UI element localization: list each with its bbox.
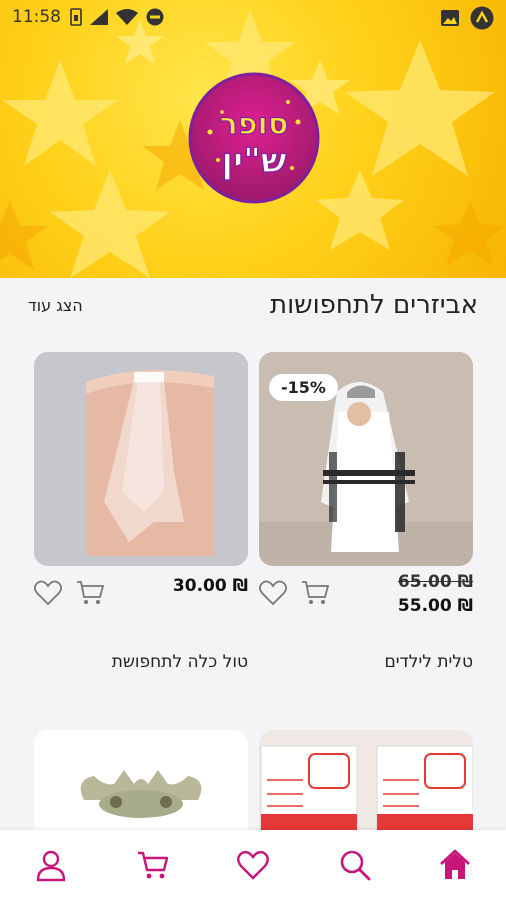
- cart-icon[interactable]: [136, 848, 170, 882]
- product-card[interactable]: -15% ₪ 65.00 ₪ 55.00 טלית לילדים: [259, 352, 473, 672]
- product-name[interactable]: טול כלה לתחפושת: [112, 652, 248, 672]
- status-icons-right: [440, 6, 494, 30]
- section-title: אביזרים לתחפושות: [270, 290, 478, 320]
- crown-costume-photo-icon: [34, 730, 248, 830]
- product-image[interactable]: [34, 730, 248, 830]
- discount-badge: -15%: [269, 374, 338, 401]
- wifi-icon: [116, 9, 138, 25]
- product-image[interactable]: -15%: [259, 352, 473, 566]
- heart-icon[interactable]: [236, 848, 270, 882]
- price-row: ₪ 65.00 ₪ 55.00: [259, 566, 473, 630]
- status-bar: 11:58: [0, 0, 506, 36]
- section-header: אביזרים לתחפושות הצג עוד: [0, 278, 506, 338]
- price-row: ₪ 30.00: [34, 566, 248, 630]
- bottom-navigation: [0, 830, 506, 900]
- status-time: 11:58: [12, 7, 61, 27]
- bridal-veil-photo-icon: [34, 352, 248, 566]
- wishlist-heart-icon[interactable]: [259, 580, 287, 606]
- brand-logo[interactable]: סופר ש"ין: [188, 72, 320, 204]
- home-icon[interactable]: [438, 848, 472, 882]
- sim-icon: [70, 8, 82, 26]
- product-image[interactable]: [259, 730, 473, 830]
- current-price: ₪ 30.00: [172, 576, 248, 596]
- user-icon[interactable]: [34, 848, 68, 882]
- show-more-link[interactable]: הצג עוד: [28, 296, 83, 315]
- product-image[interactable]: [34, 352, 248, 566]
- notification-icon: [470, 6, 494, 30]
- signal-icon: [90, 9, 108, 25]
- status-icons-left: [70, 8, 164, 26]
- gallery-icon: [441, 10, 459, 26]
- add-to-cart-icon[interactable]: [76, 580, 104, 606]
- search-icon[interactable]: [338, 848, 372, 882]
- hero-banner: 11:58 סופר ש"ין: [0, 0, 506, 278]
- do-not-disturb-icon: [146, 8, 164, 26]
- product-card[interactable]: ₪ 30.00 טול כלה לתחפושת: [34, 352, 248, 672]
- wishlist-heart-icon[interactable]: [34, 580, 62, 606]
- current-price: ₪ 55.00: [397, 596, 473, 616]
- old-price: ₪ 65.00: [397, 572, 473, 592]
- product-card[interactable]: [259, 730, 473, 830]
- logo-text-bottom: ש"ין: [221, 141, 286, 181]
- logo-badge-icon: סופר ש"ין: [188, 72, 320, 204]
- product-name[interactable]: טלית לילדים: [384, 652, 473, 672]
- invitation-cards-photo-icon: [259, 730, 473, 830]
- logo-text-top: סופר: [220, 107, 288, 142]
- product-card[interactable]: [34, 730, 248, 830]
- add-to-cart-icon[interactable]: [301, 580, 329, 606]
